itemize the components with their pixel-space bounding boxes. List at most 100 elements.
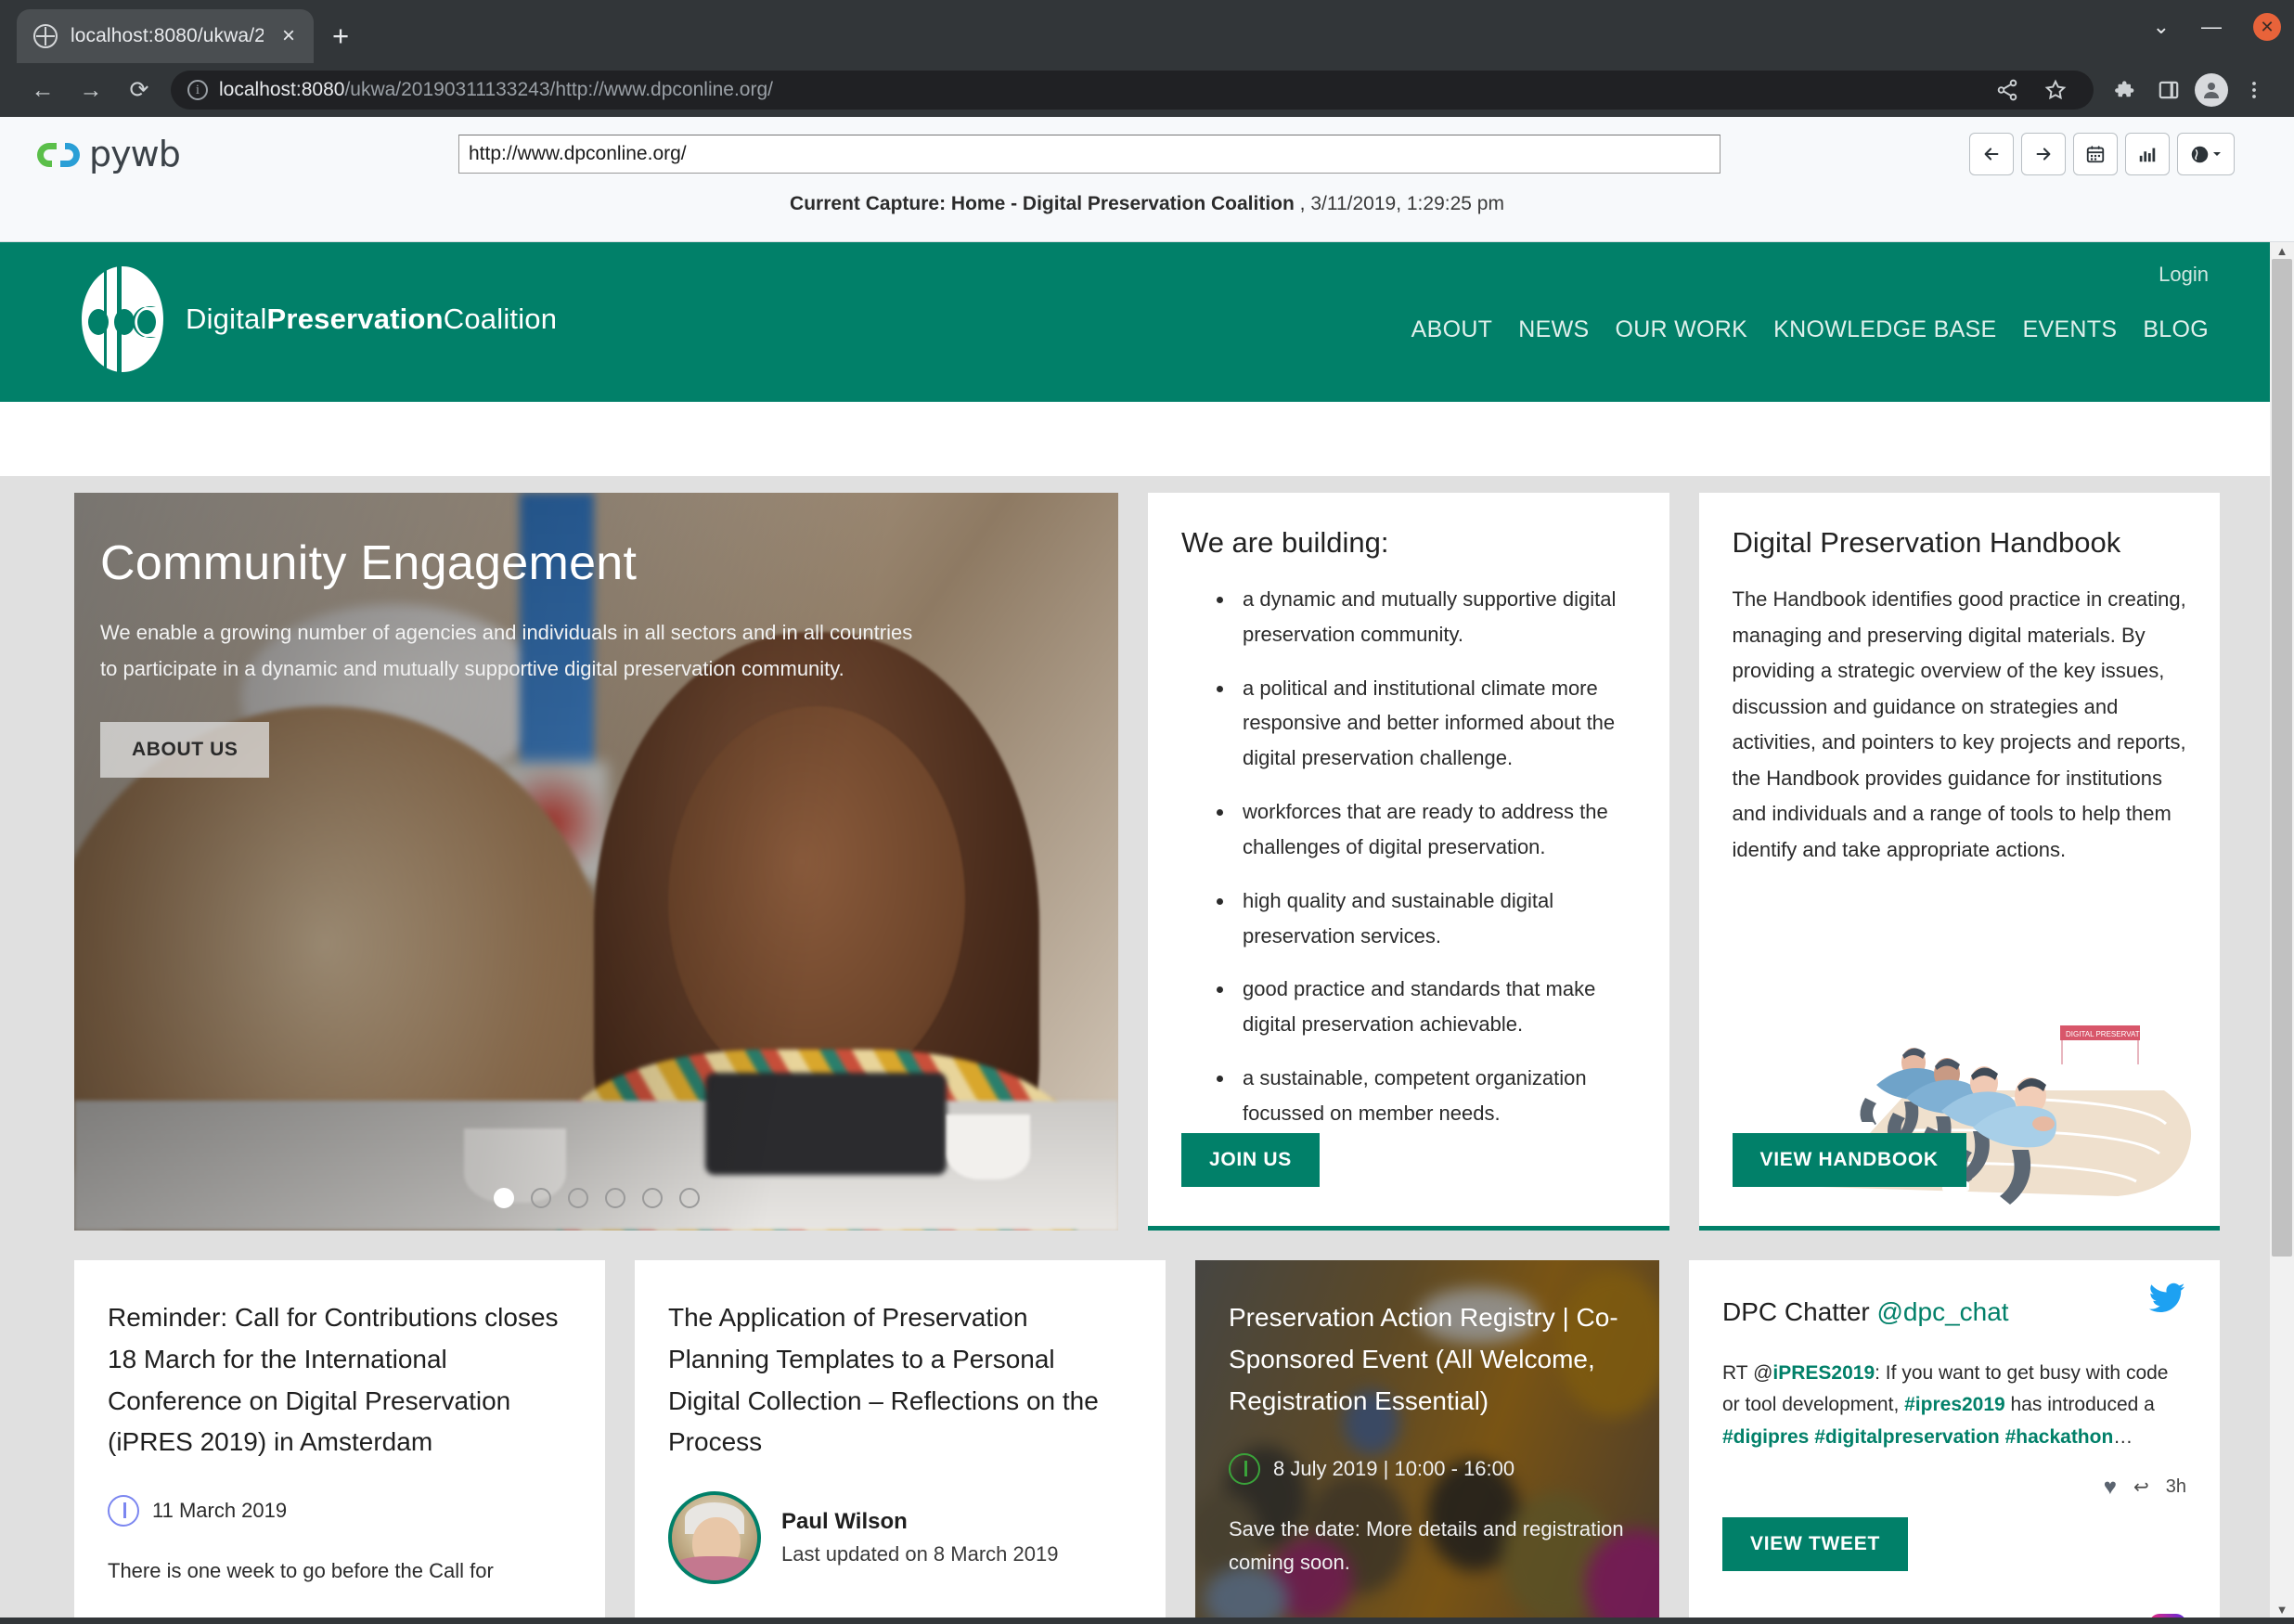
event-card-meta: 8 July 2019 | 10:00 - 16:00 [1229,1453,1626,1486]
carousel-dot-6[interactable] [678,1188,700,1208]
carousel-dot-3[interactable] [567,1188,588,1208]
site-info-icon[interactable]: i [187,80,208,100]
twitter-handle[interactable]: @dpc_chat [1877,1297,2009,1326]
twitter-bird-icon[interactable] [2147,1279,2186,1322]
twitter-title: DPC Chatter @dpc_chat [1722,1297,2009,1326]
carousel-dot-5[interactable] [641,1188,663,1208]
locale-globe-button[interactable] [2177,133,2235,175]
share-icon[interactable] [1986,69,2029,111]
blog-card-title: The Application of Preservation Planning… [668,1303,1099,1457]
tab-list-icon[interactable]: ⌄ [2153,17,2170,37]
nav-item-blog[interactable]: BLOG [2143,316,2209,343]
list-item: a dynamic and mutually supportive digita… [1235,582,1636,652]
handbook-title: Digital Preservation Handbook [1732,526,2121,559]
carousel-dot-1[interactable] [493,1188,514,1208]
page-scrollbar[interactable]: ▲ ▼ [2270,242,2294,1618]
menu-kebab-icon[interactable] [2233,69,2275,111]
nav-item-our-work[interactable]: OUR WORK [1615,316,1747,343]
nav-item-events[interactable]: EVENTS [2023,316,2118,343]
site-header: DigitalPreservationCoalition Login ABOUT… [0,242,2294,402]
close-window-button[interactable]: ✕ [2253,13,2281,41]
twitter-header: DPC Chatter @dpc_chat [1722,1282,2186,1334]
tweet-mention[interactable]: iPRES2019 [1772,1362,1875,1384]
nav-item-news[interactable]: NEWS [1518,316,1589,343]
nav-item-knowledge-base[interactable]: KNOWLEDGE BASE [1773,316,1996,343]
blog-card-author: Paul Wilson Last updated on 8 March 2019 [668,1491,1132,1585]
list-item: high quality and sustainable digital pre… [1235,883,1636,954]
social-card: DPC Chatter @dpc_chat RT @iPRES2019: If … [1689,1260,2220,1618]
next-capture-button[interactable] [2021,133,2066,175]
archived-page: DigitalPreservationCoalition Login ABOUT… [0,242,2294,1618]
carousel-dot-4[interactable] [604,1188,625,1208]
event-card-date: 8 July 2019 | 10:00 - 16:00 [1273,1457,1515,1481]
event-card[interactable]: Preservation Action Registry | Co-Sponso… [1195,1260,1659,1618]
back-icon[interactable]: ← [19,66,67,114]
pywb-logo-text: pywb [89,134,181,174]
clock-icon [1229,1453,1260,1486]
login-link[interactable]: Login [2159,263,2209,287]
view-tweet-button[interactable]: VIEW TWEET [1722,1516,1908,1571]
join-us-button[interactable]: JOIN US [1181,1133,1320,1187]
pywb-url-input[interactable]: http://www.dpconline.org/ [458,135,1720,174]
dpc-wordmark: DigitalPreservationCoalition [186,303,558,335]
minimize-button[interactable]: — [2201,17,2222,37]
nav-item-about[interactable]: ABOUT [1411,316,1493,343]
calendar-button[interactable] [2073,133,2118,175]
reload-icon[interactable]: ⟳ [115,66,163,114]
instagram-icon[interactable] [2149,1614,2186,1618]
pywb-logo[interactable]: pywb [22,134,458,174]
author-updated: Last updated on 8 March 2019 [781,1542,1059,1566]
window-controls: ⌄ — ✕ [2153,13,2281,41]
address-bar-url: localhost:8080/ukwa/20190311133243/http:… [219,79,773,100]
author-name: Paul Wilson [781,1509,908,1535]
about-us-button[interactable]: ABOUT US [100,722,270,778]
dpc-logo[interactable]: DigitalPreservationCoalition [76,264,557,374]
address-bar[interactable]: i localhost:8080/ukwa/20190311133243/htt… [171,71,2094,110]
capture-comma: , [1299,193,1306,214]
tab-title: localhost:8080/ukwa/201903 [71,25,264,46]
omnibox-actions [1986,69,2077,111]
handbook-body: The Handbook identifies good practice in… [1732,587,2186,861]
avatar [668,1491,761,1585]
tweet-hashtag[interactable]: #ipres2019 [1904,1394,2005,1415]
instagram-header: DPC on Instagram [1722,1612,2186,1618]
news-card-title: Reminder: Call for Contributions closes … [108,1303,559,1457]
news-card-date: 11 March 2019 [152,1499,288,1523]
prev-capture-button[interactable] [1969,133,2014,175]
profile-avatar[interactable] [2190,69,2233,111]
page-content: Community Engagement We enable a growing… [0,476,2294,1618]
scrollbar-thumb[interactable] [2272,259,2292,1257]
tweet-hashtags[interactable]: #digipres #digitalpreservation #hackatho… [1722,1426,2113,1448]
globe-icon [33,24,58,48]
blog-card[interactable]: The Application of Preservation Planning… [635,1260,1166,1618]
browser-toolbar: ← → ⟳ i localhost:8080/ukwa/201903111332… [0,63,2294,117]
reply-icon[interactable]: ↩ [2133,1476,2149,1499]
list-item: good practice and standards that make di… [1235,972,1636,1042]
view-handbook-button[interactable]: VIEW HANDBOOK [1732,1133,1966,1187]
hero-title: Community Engagement [100,536,638,590]
bookmark-star-icon[interactable] [2034,69,2077,111]
content-row-top: Community Engagement We enable a growing… [74,493,2220,1231]
list-item: workforces that are ready to address the… [1235,794,1636,865]
close-icon[interactable]: × [277,25,301,47]
timeline-chart-button[interactable] [2125,133,2170,175]
carousel-dots [493,1188,700,1208]
news-card[interactable]: Reminder: Call for Contributions closes … [74,1260,605,1618]
pywb-url-value: http://www.dpconline.org/ [469,143,687,164]
side-panel-icon[interactable] [2147,69,2190,111]
heart-icon[interactable]: ♥ [2104,1475,2117,1501]
capture-label: Current Capture: [790,193,947,214]
list-item: a political and institutional climate mo… [1235,671,1636,776]
scroll-down-arrow-icon[interactable]: ▼ [2270,1601,2294,1618]
forward-icon[interactable]: → [67,66,115,114]
new-tab-button[interactable]: + [314,9,367,63]
extensions-puzzle-icon[interactable] [2105,69,2147,111]
scroll-up-arrow-icon[interactable]: ▲ [2270,242,2294,259]
carousel-dot-2[interactable] [530,1188,551,1208]
handbook-panel: Digital Preservation Handbook The Handbo… [1698,493,2220,1231]
hero-carousel[interactable]: Community Engagement We enable a growing… [74,493,1118,1231]
instagram-title: DPC on Instagram [1722,1612,1936,1618]
news-card-meta: 11 March 2019 [108,1495,572,1527]
browser-tab[interactable]: localhost:8080/ukwa/201903 × [17,9,314,63]
capture-title: Home - Digital Preservation Coalition [950,193,1295,214]
